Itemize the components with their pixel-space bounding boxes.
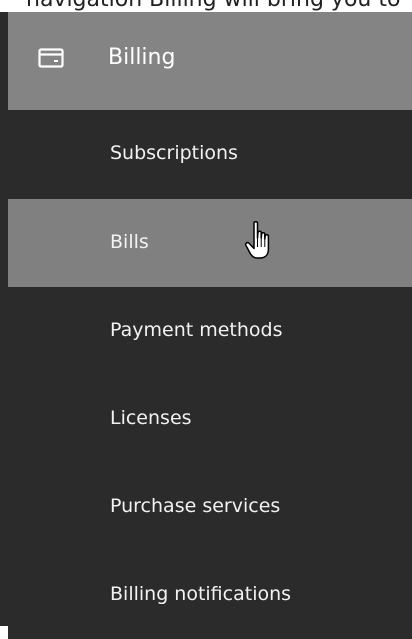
sidebar-item-label: Licenses <box>110 407 192 429</box>
sidebar-item-purchase-services[interactable]: Purchase services <box>8 463 412 551</box>
hand-pointer-cursor-icon <box>244 220 278 264</box>
screenshot-frame: navigation Billing will bring you to Bil… <box>0 0 412 639</box>
billing-sidebar: Billing Subscriptions Bills Payment meth… <box>0 12 412 639</box>
partial-text-strip: navigation Billing will bring you to <box>0 0 412 12</box>
sidebar-item-licenses[interactable]: Licenses <box>8 375 412 463</box>
sidebar-item-label: Bills <box>110 231 149 253</box>
sidebar-item-subscriptions[interactable]: Subscriptions <box>8 110 412 198</box>
sidebar-item-label: Purchase services <box>110 495 281 517</box>
sidebar-item-label: Payment methods <box>110 319 283 341</box>
partial-text: navigation Billing will bring you to <box>26 0 400 12</box>
billing-header-label: Billing <box>108 45 176 70</box>
sidebar-item-bills[interactable]: Bills <box>8 199 412 287</box>
credit-card-icon <box>38 48 64 68</box>
sidebar-item-label: Subscriptions <box>110 142 238 164</box>
sidebar-item-label: Billing notifications <box>110 583 292 605</box>
billing-header[interactable]: Billing <box>8 12 412 110</box>
sidebar-item-payment-methods[interactable]: Payment methods <box>8 287 412 375</box>
